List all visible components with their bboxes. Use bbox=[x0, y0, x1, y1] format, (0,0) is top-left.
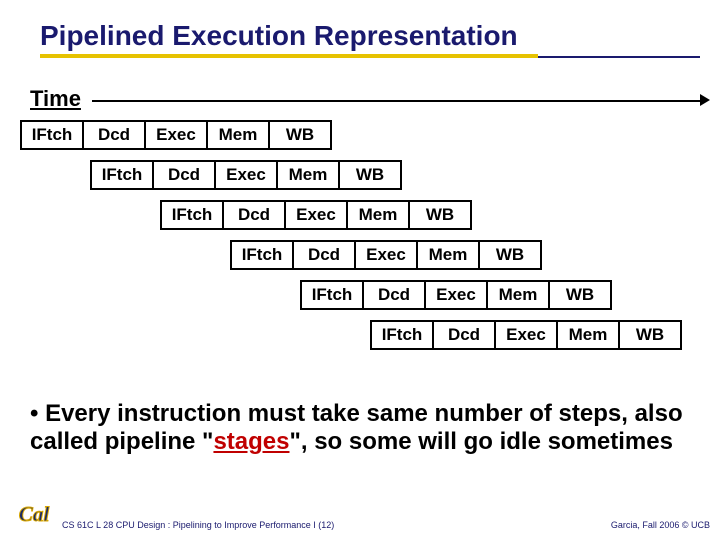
title-block: Pipelined Execution Representation bbox=[0, 0, 720, 58]
stage-cell: Dcd bbox=[222, 200, 286, 230]
stage-cell: Dcd bbox=[362, 280, 426, 310]
stage-cell: Exec bbox=[354, 240, 418, 270]
cal-logo-icon: Cal bbox=[10, 496, 58, 532]
stage-cell: WB bbox=[408, 200, 472, 230]
time-axis: Time bbox=[30, 86, 710, 112]
footer-left: CS 61C L 28 CPU Design : Pipelining to I… bbox=[62, 520, 334, 530]
stage-cell: Dcd bbox=[82, 120, 146, 150]
bullet-text: • Every instruction must take same numbe… bbox=[30, 400, 690, 457]
time-line bbox=[92, 100, 702, 102]
bullet-highlight: stages bbox=[213, 428, 289, 455]
pipeline-row: IFtchDcdExecMemWB bbox=[90, 160, 402, 190]
slide-title: Pipelined Execution Representation bbox=[40, 20, 538, 58]
pipeline-row: IFtchDcdExecMemWB bbox=[300, 280, 612, 310]
stage-cell: WB bbox=[618, 320, 682, 350]
stage-cell: Exec bbox=[284, 200, 348, 230]
stage-cell: WB bbox=[338, 160, 402, 190]
stage-cell: Mem bbox=[206, 120, 270, 150]
stage-cell: Mem bbox=[416, 240, 480, 270]
stage-cell: Mem bbox=[556, 320, 620, 350]
pipeline-row: IFtchDcdExecMemWB bbox=[230, 240, 542, 270]
stage-cell: Dcd bbox=[292, 240, 356, 270]
pipeline-row: IFtchDcdExecMemWB bbox=[370, 320, 682, 350]
stage-cell: IFtch bbox=[90, 160, 154, 190]
pipeline-row: IFtchDcdExecMemWB bbox=[20, 120, 332, 150]
stage-cell: WB bbox=[478, 240, 542, 270]
stage-cell: Mem bbox=[346, 200, 410, 230]
footer-right: Garcia, Fall 2006 © UCB bbox=[611, 520, 710, 530]
stage-cell: IFtch bbox=[20, 120, 84, 150]
stage-cell: Exec bbox=[494, 320, 558, 350]
stage-cell: Mem bbox=[486, 280, 550, 310]
stage-cell: WB bbox=[268, 120, 332, 150]
stage-cell: IFtch bbox=[300, 280, 364, 310]
stage-cell: Mem bbox=[276, 160, 340, 190]
stage-cell: Exec bbox=[214, 160, 278, 190]
stage-cell: Dcd bbox=[432, 320, 496, 350]
stage-cell: Exec bbox=[144, 120, 208, 150]
bullet-suffix: ", so some will go idle sometimes bbox=[289, 428, 672, 455]
stage-cell: IFtch bbox=[160, 200, 224, 230]
svg-text:Cal: Cal bbox=[19, 502, 50, 526]
stage-cell: Exec bbox=[424, 280, 488, 310]
pipeline-row: IFtchDcdExecMemWB bbox=[160, 200, 472, 230]
stage-cell: Dcd bbox=[152, 160, 216, 190]
stage-cell: IFtch bbox=[230, 240, 294, 270]
stage-cell: IFtch bbox=[370, 320, 434, 350]
time-label: Time bbox=[30, 86, 81, 111]
stage-cell: WB bbox=[548, 280, 612, 310]
arrow-right-icon bbox=[700, 94, 710, 106]
